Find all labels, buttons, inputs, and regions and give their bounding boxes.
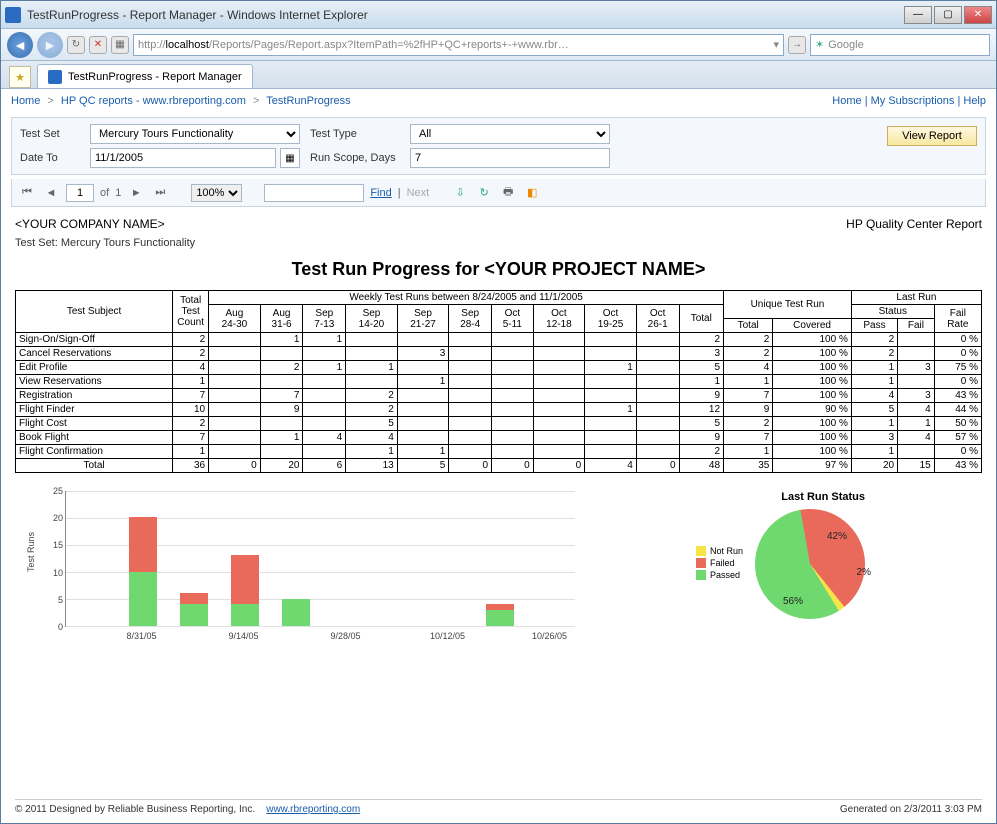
footer-generated: Generated on 2/3/2011 3:03 PM: [840, 804, 982, 815]
url-prefix: http://: [138, 39, 166, 51]
ie-favicon: [5, 7, 21, 23]
footer-copyright: © 2011 Designed by Reliable Business Rep…: [15, 804, 255, 815]
test-set-select[interactable]: Mercury Tours Functionality: [90, 124, 300, 144]
breadcrumb-report[interactable]: TestRunProgress: [266, 95, 350, 107]
pie-chart: Last Run Status Not RunFailedPassed 42%5…: [605, 491, 865, 619]
next-link: Next: [407, 187, 430, 199]
breadcrumb-folder[interactable]: HP QC reports - www.rbreporting.com: [61, 95, 246, 107]
bar-chart-ylabel: Test Runs: [26, 532, 36, 572]
tab-favicon: [48, 70, 62, 84]
favorites-button[interactable]: ★: [9, 66, 31, 88]
test-type-select[interactable]: All: [410, 124, 610, 144]
tab-title: TestRunProgress - Report Manager: [68, 71, 242, 83]
search-box[interactable]: ✶ Google: [810, 34, 990, 56]
window-title: TestRunProgress - Report Manager - Windo…: [27, 8, 904, 22]
table-row: Sign-On/Sign-Off21122100 %20 %: [16, 333, 982, 347]
table-row: View Reservations1111100 %10 %: [16, 375, 982, 389]
date-to-label: Date To: [20, 152, 80, 164]
table-row: Flight Cost2552100 %1150 %: [16, 417, 982, 431]
last-page-button[interactable]: ⏭: [151, 184, 169, 202]
go-button[interactable]: →: [788, 36, 806, 54]
page-of: of: [100, 187, 109, 199]
table-row: Edit Profile4211154100 %1375 %: [16, 361, 982, 375]
first-page-button[interactable]: ⏮: [18, 184, 36, 202]
prev-page-button[interactable]: ◄: [42, 184, 60, 202]
zoom-select[interactable]: 100%: [191, 184, 242, 202]
run-scope-input[interactable]: [410, 148, 610, 168]
breadcrumb-home[interactable]: Home: [11, 95, 40, 107]
link-home[interactable]: Home: [832, 95, 861, 107]
link-help[interactable]: Help: [963, 95, 986, 107]
report-title: Test Run Progress for <YOUR PROJECT NAME…: [15, 259, 982, 280]
parameters-panel: Test Set Mercury Tours Functionality Tes…: [11, 117, 986, 175]
minimize-button[interactable]: —: [904, 6, 932, 24]
run-scope-label: Run Scope, Days: [310, 152, 400, 164]
link-subscriptions[interactable]: My Subscriptions: [871, 95, 955, 107]
calendar-icon[interactable]: ▦: [280, 148, 300, 168]
search-placeholder: Google: [828, 39, 863, 51]
report-header-right: HP Quality Center Report: [846, 217, 982, 231]
test-set-line: Test Set: Mercury Tours Functionality: [15, 237, 982, 249]
footer-link[interactable]: www.rbreporting.com: [266, 804, 360, 815]
browser-navbar: ◄ ► ↻ ✕ ▦ http://localhost/Reports/Pages…: [1, 29, 996, 61]
table-row: Flight Confirmation11121100 %10 %: [16, 445, 982, 459]
pie-title: Last Run Status: [605, 491, 865, 503]
find-input[interactable]: [264, 184, 364, 202]
feed-button[interactable]: ◧: [523, 184, 541, 202]
refresh-button[interactable]: ↻: [67, 36, 85, 54]
table-total-row: Total36020613500040483597 %201543 %: [16, 459, 982, 473]
report-body: <YOUR COMPANY NAME> HP Quality Center Re…: [1, 207, 996, 661]
forward-button[interactable]: ►: [37, 32, 63, 58]
view-report-button[interactable]: View Report: [887, 126, 977, 146]
legend-item: Failed: [696, 558, 743, 568]
back-button[interactable]: ◄: [7, 32, 33, 58]
page-total: 1: [115, 187, 121, 199]
print-button[interactable]: 🖶: [499, 184, 517, 202]
legend-item: Passed: [696, 570, 743, 580]
table-row: Registration77297100 %4343 %: [16, 389, 982, 403]
report-footer: © 2011 Designed by Reliable Business Rep…: [15, 799, 982, 815]
browser-tab[interactable]: TestRunProgress - Report Manager: [37, 64, 253, 88]
page-icon: ▦: [111, 36, 129, 54]
bar-chart: Test Runs 0510152025 8/31/059/14/059/28/…: [15, 491, 575, 651]
legend-item: Not Run: [696, 546, 743, 556]
data-table: Test SubjectTotalTestCountWeekly Test Ru…: [15, 290, 982, 473]
breadcrumb: Home > HP QC reports - www.rbreporting.c…: [1, 89, 996, 113]
google-icon: ✶: [815, 38, 824, 51]
find-link[interactable]: Find: [370, 187, 391, 199]
date-to-input[interactable]: [90, 148, 276, 168]
url-host: localhost: [166, 39, 209, 51]
test-type-label: Test Type: [310, 128, 400, 140]
url-rest: /Reports/Pages/Report.aspx?ItemPath=%2fH…: [209, 39, 569, 51]
test-set-label: Test Set: [20, 128, 80, 140]
address-bar[interactable]: http://localhost/Reports/Pages/Report.as…: [133, 34, 784, 56]
export-button[interactable]: ⇩: [451, 184, 469, 202]
close-button[interactable]: ✕: [964, 6, 992, 24]
stop-button[interactable]: ✕: [89, 36, 107, 54]
page-input[interactable]: [66, 184, 94, 202]
maximize-button[interactable]: ▢: [934, 6, 962, 24]
tab-strip: ★ TestRunProgress - Report Manager: [1, 61, 996, 89]
table-row: Cancel Reservations2332100 %20 %: [16, 347, 982, 361]
window-titlebar: TestRunProgress - Report Manager - Windo…: [1, 1, 996, 29]
report-toolbar: ⏮ ◄ of 1 ► ⏭ 100% Find | Next ⇩ ↻ 🖶 ◧: [11, 179, 986, 207]
table-row: Book Flight714497100 %3457 %: [16, 431, 982, 445]
next-page-button[interactable]: ►: [127, 184, 145, 202]
refresh-report-button[interactable]: ↻: [475, 184, 493, 202]
table-row: Flight Finder1092112990 %5444 %: [16, 403, 982, 417]
company-name: <YOUR COMPANY NAME>: [15, 217, 165, 231]
